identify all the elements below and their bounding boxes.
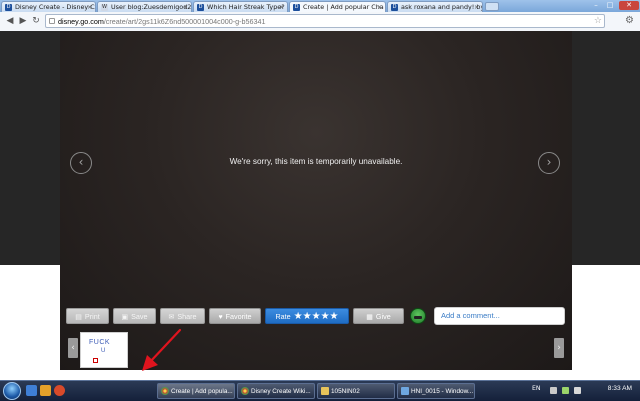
page-content: ‹ › We're sorry, this item is temporaril… xyxy=(0,31,640,380)
share-label: Share xyxy=(177,312,197,321)
rate-button[interactable]: Rate ★★★★★ xyxy=(265,308,349,324)
thumbnail-strip: ‹ FUCK U › xyxy=(60,332,572,370)
close-icon[interactable]: × xyxy=(377,2,382,12)
browser-toolbar: ◀ ▶ ↻ disney.go.com/create/art/2gs11k6Z6… xyxy=(0,12,640,32)
print-button[interactable]: ▤ Print xyxy=(66,308,109,324)
tab-label: Which Hair Streak Type? · xyxy=(207,3,288,11)
user-avatar[interactable] xyxy=(410,308,426,324)
disney-icon: D xyxy=(391,4,398,11)
system-tray: EN 8:33 AM xyxy=(530,381,640,401)
language-indicator[interactable]: EN xyxy=(532,385,541,392)
tab-disney-create[interactable]: D Disney Create - Disney Cr × xyxy=(1,1,96,12)
address-bar[interactable]: disney.go.com/create/art/2gs11k6Z6nd5000… xyxy=(45,14,605,28)
close-icon[interactable]: × xyxy=(279,2,284,12)
wiki-icon: W xyxy=(101,4,108,11)
rating-stars[interactable]: ★★★★★ xyxy=(294,311,339,322)
chrome-icon xyxy=(161,387,169,395)
page-icon xyxy=(49,18,55,24)
taskbar-item-disney-wiki[interactable]: Disney Create Wiki... xyxy=(237,383,315,399)
art-viewer: ‹ › We're sorry, this item is temporaril… xyxy=(60,31,572,370)
taskbar-item-label: HNI_0015 - Window... xyxy=(411,388,474,395)
taskbar-item-label: Disney Create Wiki... xyxy=(251,388,311,395)
tab-label: ask roxana and pandy! by xyxy=(401,3,483,11)
explorer-icon[interactable] xyxy=(40,385,51,396)
tab-hair-streak[interactable]: D Which Hair Streak Type? · × xyxy=(193,1,288,12)
close-icon[interactable]: × xyxy=(183,2,188,12)
bookmark-star-icon[interactable]: ☆ xyxy=(594,15,602,28)
tab-label: Create | Add popular Cha xyxy=(303,3,384,11)
red-arrow-annotation xyxy=(142,328,182,371)
tab-label: Disney Create - Disney Cr xyxy=(15,3,96,11)
tab-label: User blog:Zuesdemigod2 xyxy=(111,3,192,11)
save-button[interactable]: ▣ Save xyxy=(113,308,156,324)
share-icon: ✉ xyxy=(168,314,175,321)
chrome-icon xyxy=(241,387,249,395)
art-thumbnail[interactable]: FUCK U xyxy=(80,332,128,368)
disney-icon: D xyxy=(293,4,300,11)
back-arrow-icon[interactable]: ◀ xyxy=(4,15,16,27)
media-player-icon[interactable] xyxy=(54,385,65,396)
windows-taskbar: Create | Add popula... Disney Create Wik… xyxy=(0,380,640,401)
reload-icon[interactable]: ↻ xyxy=(30,15,42,27)
heart-icon: ♥ xyxy=(218,314,223,321)
taskbar-item-create[interactable]: Create | Add popula... xyxy=(157,383,235,399)
rate-label: Rate xyxy=(275,312,291,321)
network-icon[interactable] xyxy=(550,387,557,394)
thumbnails-next-button[interactable]: › xyxy=(554,338,564,358)
forward-arrow-icon[interactable]: ▶ xyxy=(17,15,29,27)
favorite-label: Favorite xyxy=(225,312,252,321)
minimize-icon[interactable]: – xyxy=(590,1,602,10)
wrench-icon[interactable]: ⚙ xyxy=(625,15,634,27)
unavailable-message: We're sorry, this item is temporarily un… xyxy=(229,157,403,166)
close-icon[interactable]: × xyxy=(87,2,92,12)
taskbar-item-photo-viewer[interactable]: HNI_0015 - Window... xyxy=(397,383,475,399)
tab-ask-roxana[interactable]: D ask roxana and pandy! by × xyxy=(387,1,483,12)
share-button[interactable]: ✉ Share xyxy=(160,308,205,324)
photo-viewer-icon xyxy=(401,387,409,395)
save-icon: ▣ xyxy=(121,314,129,321)
disney-icon: D xyxy=(5,4,12,11)
taskbar-item-label: 105NIN02 xyxy=(331,388,360,395)
close-icon[interactable]: × xyxy=(474,2,479,12)
taskbar-item-label: Create | Add popula... xyxy=(171,388,233,395)
tab-create-add-popular[interactable]: D Create | Add popular Cha × xyxy=(289,1,386,12)
volume-icon[interactable] xyxy=(574,387,581,394)
tab-user-blog[interactable]: W User blog:Zuesdemigod2 × xyxy=(97,1,192,12)
disney-icon: D xyxy=(197,4,204,11)
power-icon[interactable] xyxy=(562,387,569,394)
taskbar-item-folder[interactable]: 105NIN02 xyxy=(317,383,395,399)
close-window-icon[interactable]: ✕ xyxy=(619,1,639,10)
window-controls: – □ ✕ xyxy=(588,0,640,12)
give-button[interactable]: ▦ Give xyxy=(353,308,404,324)
clock[interactable]: 8:33 AM xyxy=(608,385,632,392)
url-host: disney.go.com xyxy=(58,17,104,26)
start-button[interactable] xyxy=(3,382,21,400)
url-path: /create/art/2gs11k6Z6nd500001004c000-g-b… xyxy=(103,17,266,26)
maximize-icon[interactable]: □ xyxy=(604,1,616,10)
new-tab-button[interactable] xyxy=(485,2,499,11)
gift-icon: ▦ xyxy=(366,314,373,321)
thumbnail-text-line1: FUCK xyxy=(89,339,111,346)
browser-tab-strip: D Disney Create - Disney Cr × W User blo… xyxy=(0,0,640,12)
thumbnails-prev-button[interactable]: ‹ xyxy=(68,338,78,358)
printer-icon: ▤ xyxy=(75,314,82,321)
url-text: disney.go.com/create/art/2gs11k6Z6nd5000… xyxy=(58,15,266,28)
comment-input[interactable]: Add a comment... xyxy=(434,307,565,325)
save-label: Save xyxy=(131,312,148,321)
show-desktop-icon[interactable] xyxy=(26,385,37,396)
favorite-button[interactable]: ♥ Favorite xyxy=(209,308,261,324)
give-label: Give xyxy=(375,312,391,321)
thumbnail-text-line2: U xyxy=(101,348,106,354)
action-bar: ▤ Print ▣ Save ✉ Share ♥ Favorite Rate ★★★★★ … xyxy=(60,307,572,326)
broken-image-icon xyxy=(93,358,98,363)
print-label: Print xyxy=(84,312,100,321)
folder-icon xyxy=(321,387,329,395)
